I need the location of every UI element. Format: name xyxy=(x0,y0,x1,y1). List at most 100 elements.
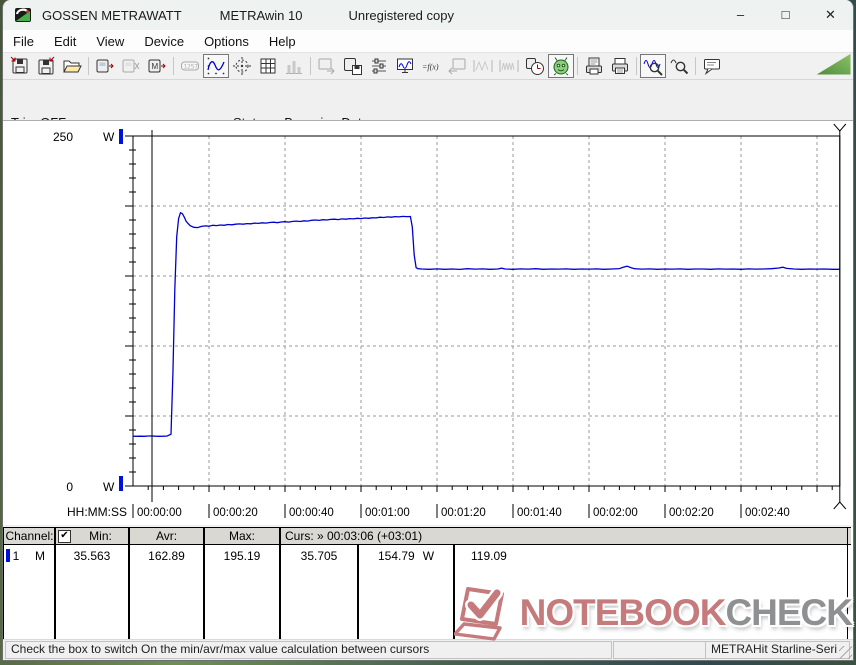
x-axis-unit-label: HH:MM:SS xyxy=(67,505,127,519)
title-vendor: GOSSEN METRAWATT xyxy=(42,7,182,23)
toolbar-separator xyxy=(173,57,174,75)
svg-text:1257: 1257 xyxy=(184,64,199,71)
toolbar-live-monitor-button[interactable] xyxy=(548,54,574,78)
x-tick-label: 00:01:40 xyxy=(517,507,562,519)
menu-bar: File Edit View Device Options Help xyxy=(3,30,853,53)
x-tick-label: 00:02:40 xyxy=(745,507,790,519)
toolbar-device-save-button[interactable] xyxy=(340,54,366,78)
device-save-icon xyxy=(344,58,362,75)
between-cursors-checkbox[interactable]: ✔ xyxy=(58,530,71,543)
title-app-name: METRAwin 10 xyxy=(219,7,303,23)
x-tick-label: 00:00:20 xyxy=(213,507,258,519)
interval-timer-icon xyxy=(526,58,544,75)
monitor-view-icon xyxy=(397,58,413,73)
toolbar-device-read-button[interactable] xyxy=(92,54,118,78)
toolbar-bargraph-view-button xyxy=(281,54,307,78)
toolbar-save-as-button[interactable] xyxy=(33,54,59,78)
toolbar-table-view-button[interactable] xyxy=(255,54,281,78)
toolbar-print-preview-button[interactable] xyxy=(581,54,607,78)
toolbar-print-button[interactable] xyxy=(607,54,633,78)
cell-cursor1-value: 35.705 xyxy=(300,549,338,563)
header-max: Max: xyxy=(228,529,255,543)
chart-svg[interactable]: 00:00:00 00:00:20 00:00:40 00:01:00 00:01:20… xyxy=(3,121,851,525)
brand-triangle xyxy=(813,51,852,80)
annotation-icon xyxy=(704,59,720,76)
toolbar-annotation-button[interactable] xyxy=(699,54,725,78)
toolbar-device-out-button xyxy=(444,54,470,78)
notebookcheck-watermark: NOTEBOOK CHECK xyxy=(453,584,853,642)
toolbar-compress-dense-button xyxy=(496,54,522,78)
menu-help[interactable]: Help xyxy=(259,32,306,51)
cursor-2-bottom-marker xyxy=(833,501,847,510)
close-button[interactable]: ✕ xyxy=(808,0,853,30)
toolbar-channel-setup-button[interactable] xyxy=(366,54,392,78)
app-window: GOSSEN METRAWATT METRAwin 10 Unregistere… xyxy=(2,0,854,661)
menu-options[interactable]: Options xyxy=(194,32,259,51)
menu-file[interactable]: File xyxy=(3,32,44,51)
svg-text:=f(x): =f(x) xyxy=(422,63,439,72)
y-unit-label: W xyxy=(103,480,115,494)
menu-view[interactable]: View xyxy=(86,32,134,51)
minimize-button[interactable]: – xyxy=(718,0,763,30)
device-clear-icon xyxy=(122,59,140,73)
export-data-icon xyxy=(318,58,335,75)
toolbar-curve-view-button[interactable] xyxy=(203,54,229,78)
save-data-icon xyxy=(10,56,28,74)
compress-dense-icon xyxy=(499,60,519,72)
cursor2-unit: W xyxy=(422,549,435,563)
device-memory-icon: M xyxy=(148,59,166,73)
toolbar: M 1257 =f(x) xyxy=(3,51,853,80)
device-read-icon xyxy=(96,59,114,73)
print-preview-icon xyxy=(586,57,602,75)
window-controls: – □ ✕ xyxy=(718,0,853,30)
app-icon xyxy=(15,8,31,22)
toolbar-separator xyxy=(636,57,637,75)
header-avr: Avr: xyxy=(155,529,178,543)
chart-panel: 00:00:00 00:00:20 00:00:40 00:01:00 00:01:20… xyxy=(3,120,853,525)
toolbar-zoom-free-button[interactable] xyxy=(666,54,692,78)
toolbar-crosshair-view-button[interactable] xyxy=(229,54,255,78)
toolbar-export-data-button xyxy=(314,54,340,78)
print-icon xyxy=(612,58,628,74)
toolbar-device-memory-button[interactable]: M xyxy=(144,54,170,78)
header-min: Min: xyxy=(89,529,112,543)
toolbar-open-file-button[interactable] xyxy=(59,54,85,78)
device-out-icon xyxy=(448,58,466,75)
desktop: { "window": { "vendor": "GOSSEN METRAWAT… xyxy=(0,0,856,665)
toolbar-monitor-view-button[interactable] xyxy=(392,54,418,78)
maximize-button[interactable]: □ xyxy=(763,0,808,30)
y-max-label: 250 xyxy=(53,130,73,144)
bargraph-view-icon xyxy=(286,61,302,74)
toolbar-save-data-button[interactable] xyxy=(7,54,33,78)
toolbar-formula-button[interactable]: =f(x) xyxy=(418,54,444,78)
toolbar-device-clear-button xyxy=(118,54,144,78)
menu-device[interactable]: Device xyxy=(134,32,194,51)
menu-edit[interactable]: Edit xyxy=(44,32,86,51)
x-tick-label: 00:02:00 xyxy=(593,507,638,519)
y-unit-label: W xyxy=(103,130,115,144)
watermark-word-notebook: NOTEBOOK xyxy=(519,592,727,633)
live-monitor-icon xyxy=(553,57,569,76)
toolbar-interval-timer-button[interactable] xyxy=(522,54,548,78)
measurement-info-bar: Trig: OFF Chan: 123456789 Status: Browsi… xyxy=(3,80,853,178)
resize-grip[interactable] xyxy=(839,646,852,659)
status-hint: Check the box to switch On the min/avr/m… xyxy=(5,641,612,659)
toolbar-compress-curve-button xyxy=(470,54,496,78)
cell-cursor-delta: 119.09 xyxy=(471,549,507,563)
numeric-display-icon: 1257 xyxy=(181,61,199,71)
toolbar-separator xyxy=(577,57,578,75)
x-tick-label: 00:00:40 xyxy=(289,507,334,519)
x-tick-label: 00:01:20 xyxy=(441,507,486,519)
zoom-curve-icon xyxy=(643,60,663,76)
svg-text:M: M xyxy=(152,62,159,71)
curve-view-icon xyxy=(207,57,225,75)
compress-curve-icon xyxy=(473,60,493,72)
open-file-icon xyxy=(63,60,82,73)
x-tick-label: 00:01:00 xyxy=(365,507,410,519)
table-view-icon xyxy=(260,58,276,74)
channel-marker-bottom xyxy=(119,476,123,491)
status-device: METRAHit Starline-Seri xyxy=(705,641,850,659)
crosshair-view-icon xyxy=(233,57,251,75)
toolbar-zoom-curve-button[interactable] xyxy=(640,54,666,78)
cell-cursor2-value: 154.79 W xyxy=(359,548,453,564)
